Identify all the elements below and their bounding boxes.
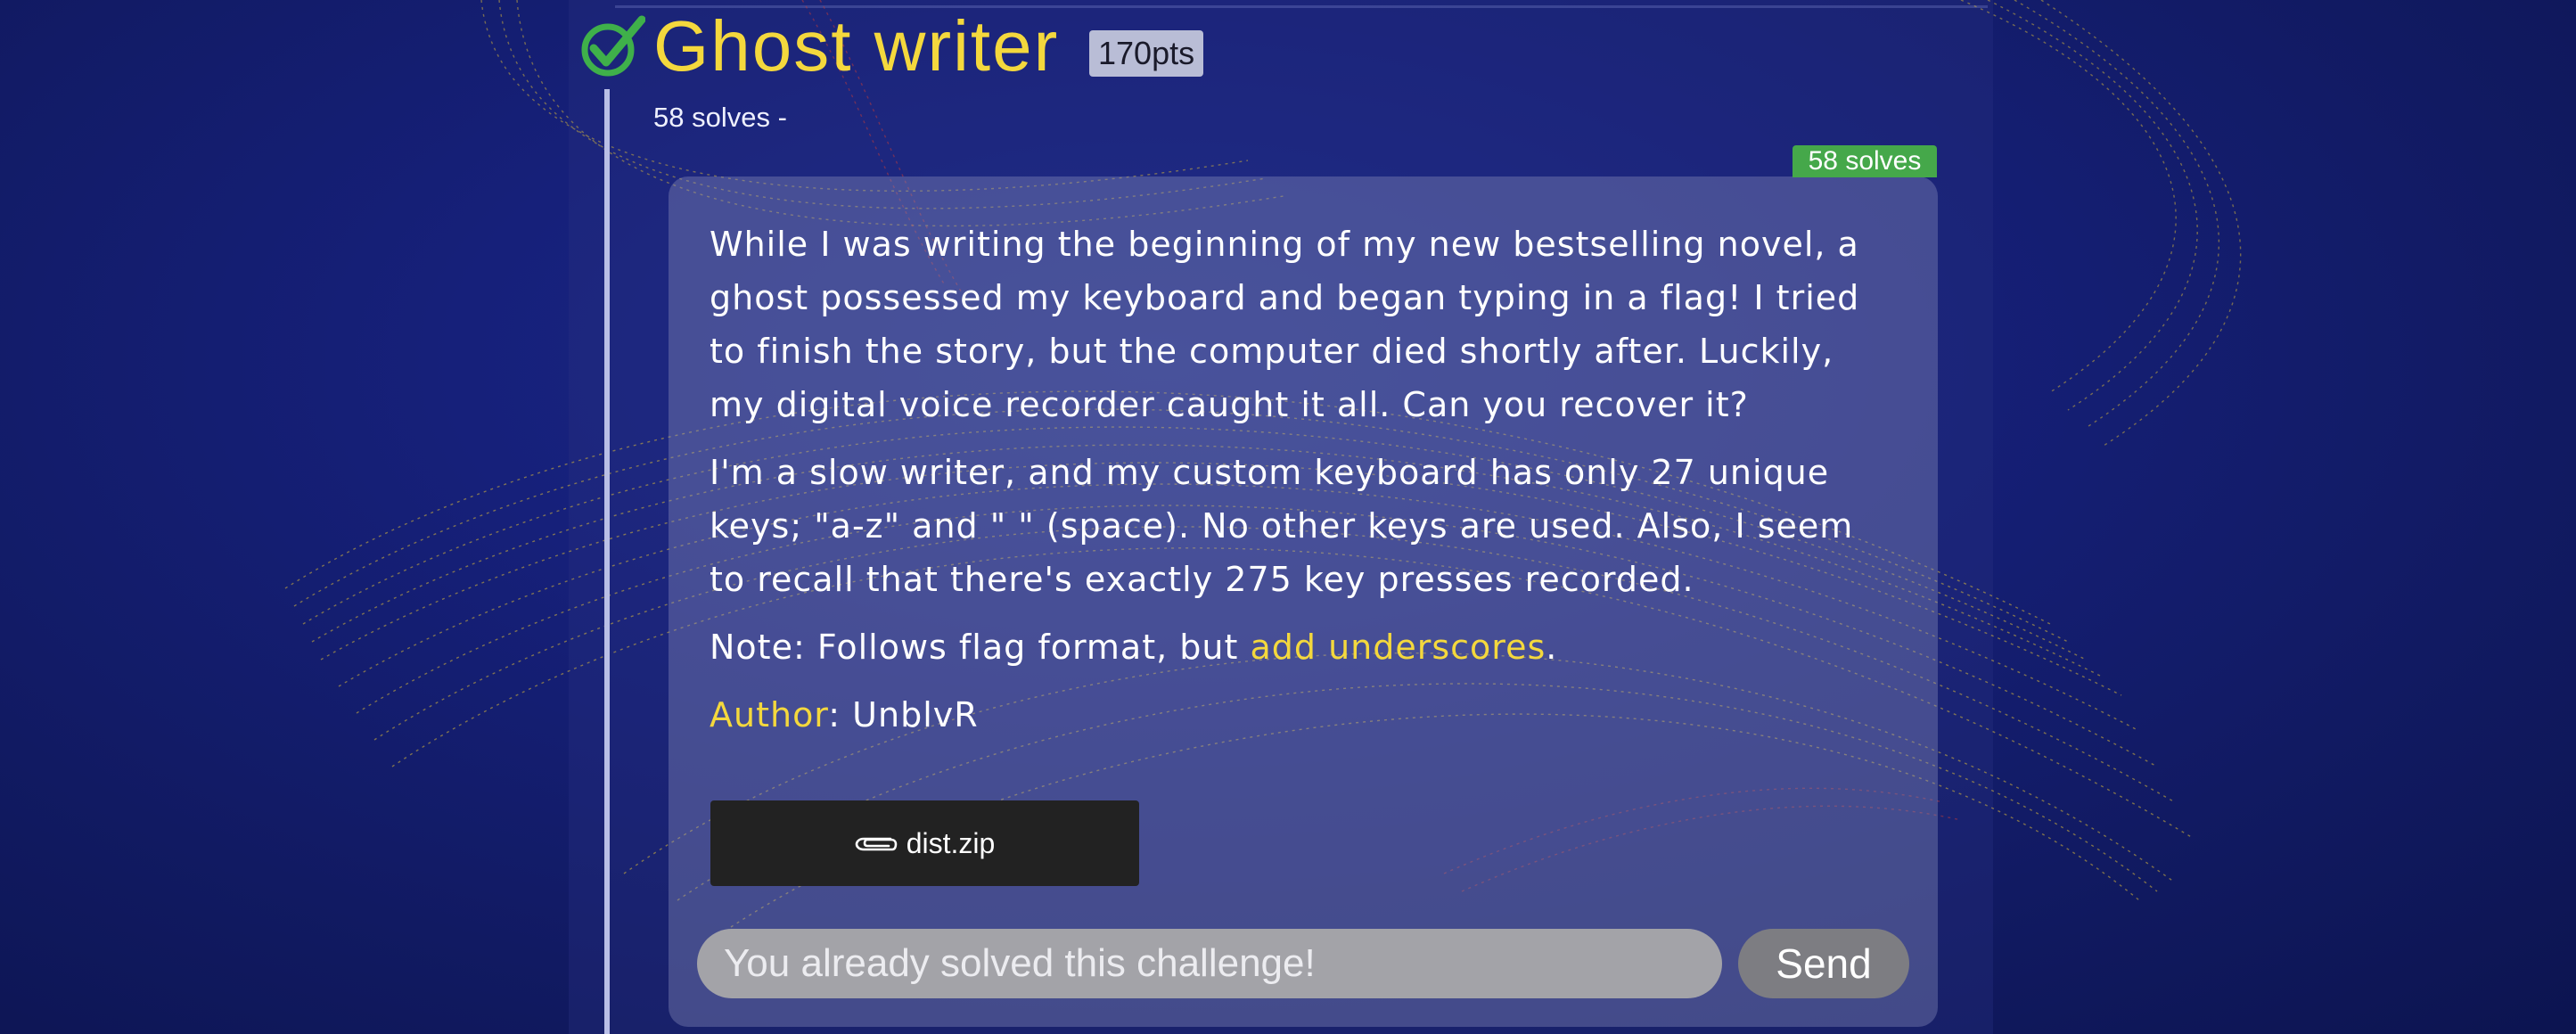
author-line: Author: UnblvR: [710, 688, 1895, 742]
note-suffix: .: [1546, 628, 1558, 667]
paperclip-icon: [855, 837, 898, 851]
author-name: UnblvR: [852, 695, 979, 734]
send-button[interactable]: Send: [1738, 929, 1909, 998]
description-paragraph: While I was writing the beginning of my …: [710, 225, 1860, 424]
note-text: Note: Follows flag format, but: [710, 628, 1251, 667]
challenge-title: Ghost writer: [653, 6, 1060, 86]
timeline-line: [604, 89, 610, 1034]
solves-count-text: 58 solves -: [653, 102, 787, 133]
note-highlight: add underscores: [1250, 628, 1546, 667]
flag-format-note: Note: Follows flag format, but add under…: [710, 620, 1895, 674]
points-badge: 170pts: [1089, 30, 1204, 77]
solved-check-icon: [581, 15, 645, 77]
author-label: Author: [710, 695, 829, 734]
description-paragraph: I'm a slow writer, and my custom keyboar…: [710, 453, 1854, 599]
solves-badge: 58 solves: [1793, 145, 1937, 177]
flag-input[interactable]: [697, 929, 1722, 998]
attachment-filename: dist.zip: [906, 826, 996, 859]
author-separator: :: [828, 695, 853, 734]
download-attachment-button[interactable]: dist.zip: [710, 800, 1139, 886]
